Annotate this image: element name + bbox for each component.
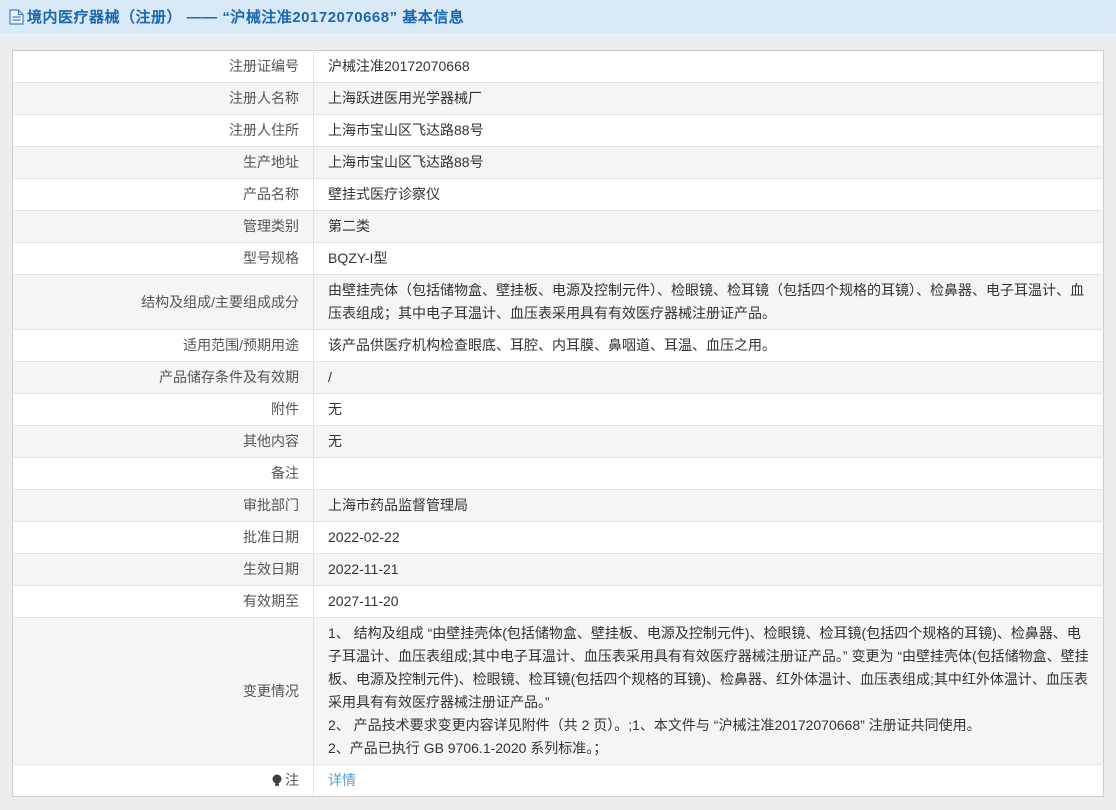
table-row: 注册人住所 上海市宝山区飞达路88号 <box>12 114 1104 147</box>
row-value: 2022-11-21 <box>328 561 399 577</box>
row-value-note: 详情 <box>314 765 1104 797</box>
row-value: 上海市宝山区飞达路88号 <box>328 154 484 170</box>
page-header: 境内医疗器械（注册） —— “沪械注准20172070668” 基本信息 <box>0 0 1116 33</box>
row-value: 2027-11-20 <box>328 593 399 609</box>
details-link[interactable]: 详情 <box>328 772 356 788</box>
row-value: 上海市药品监督管理局 <box>328 497 468 513</box>
row-value: 壁挂式医疗诊察仪 <box>328 186 440 202</box>
row-value: BQZY-I型 <box>328 250 388 266</box>
row-value: 沪械注准20172070668 <box>328 58 470 74</box>
row-label: 型号规格 <box>12 242 314 275</box>
row-label: 附件 <box>12 393 314 426</box>
table-row: 管理类别 第二类 <box>12 210 1104 243</box>
row-label: 产品名称 <box>12 178 314 211</box>
row-label: 批准日期 <box>12 521 314 554</box>
row-label: 适用范围/预期用途 <box>12 329 314 362</box>
row-value: 无 <box>328 401 342 417</box>
row-label: 变更情况 <box>12 617 314 765</box>
table-row: 注册证编号 沪械注准20172070668 <box>12 50 1104 83</box>
table-row: 生产地址 上海市宝山区飞达路88号 <box>12 146 1104 179</box>
table-row: 其他内容 无 <box>12 425 1104 458</box>
row-label-note: 注 <box>12 764 314 797</box>
row-label: 其他内容 <box>12 425 314 458</box>
row-value-change-history: 1、 结构及组成 “由壁挂壳体(包括储物盒、壁挂板、电源及控制元件)、检眼镜、检… <box>328 625 1089 756</box>
table-row: 注册人名称 上海跃进医用光学器械厂 <box>12 82 1104 115</box>
row-value <box>314 458 1104 490</box>
row-label: 注册人名称 <box>12 82 314 115</box>
row-label: 审批部门 <box>12 489 314 522</box>
registration-info-table-container: 注册证编号 沪械注准20172070668 注册人名称 上海跃进医用光学器械厂 … <box>12 50 1104 797</box>
document-icon <box>9 8 24 25</box>
row-label: 备注 <box>12 457 314 490</box>
row-value: 上海市宝山区飞达路88号 <box>328 122 484 138</box>
table-row: 审批部门 上海市药品监督管理局 <box>12 489 1104 522</box>
row-label: 有效期至 <box>12 585 314 618</box>
registration-info-table: 注册证编号 沪械注准20172070668 注册人名称 上海跃进医用光学器械厂 … <box>12 50 1104 797</box>
table-row: 生效日期 2022-11-21 <box>12 553 1104 586</box>
table-row: 附件 无 <box>12 393 1104 426</box>
table-row: 注 详情 <box>12 764 1104 797</box>
row-label: 结构及组成/主要组成成分 <box>12 274 314 330</box>
row-label: 生效日期 <box>12 553 314 586</box>
bulb-icon <box>272 774 282 787</box>
row-label: 生产地址 <box>12 146 314 179</box>
row-value: 由壁挂壳体（包括储物盒、壁挂板、电源及控制元件）、检眼镜、检耳镜（包括四个规格的… <box>328 282 1084 321</box>
row-label: 注 <box>285 772 299 788</box>
table-row: 备注 <box>12 457 1104 490</box>
row-value: 无 <box>328 433 342 449</box>
page: 境内医疗器械（注册） —— “沪械注准20172070668” 基本信息 注册证… <box>0 0 1116 810</box>
table-row: 产品储存条件及有效期 / <box>12 361 1104 394</box>
table-row: 变更情况 1、 结构及组成 “由壁挂壳体(包括储物盒、壁挂板、电源及控制元件)、… <box>12 617 1104 765</box>
table-row: 有效期至 2027-11-20 <box>12 585 1104 618</box>
table-row: 结构及组成/主要组成成分 由壁挂壳体（包括储物盒、壁挂板、电源及控制元件）、检眼… <box>12 274 1104 330</box>
row-value: 上海跃进医用光学器械厂 <box>328 90 482 106</box>
table-row: 批准日期 2022-02-22 <box>12 521 1104 554</box>
row-label: 管理类别 <box>12 210 314 243</box>
table-row: 型号规格 BQZY-I型 <box>12 242 1104 275</box>
row-label: 注册人住所 <box>12 114 314 147</box>
row-label: 注册证编号 <box>12 50 314 83</box>
row-label: 产品储存条件及有效期 <box>12 361 314 394</box>
row-value: 该产品供医疗机构检查眼底、耳腔、内耳膜、鼻咽道、耳温、血压之用。 <box>328 337 776 353</box>
table-row: 适用范围/预期用途 该产品供医疗机构检查眼底、耳腔、内耳膜、鼻咽道、耳温、血压之… <box>12 329 1104 362</box>
page-title: 境内医疗器械（注册） —— “沪械注准20172070668” 基本信息 <box>27 9 465 26</box>
row-value: 第二类 <box>328 218 370 234</box>
row-value: 2022-02-22 <box>328 529 400 545</box>
row-value: / <box>328 369 332 385</box>
table-row: 产品名称 壁挂式医疗诊察仪 <box>12 178 1104 211</box>
